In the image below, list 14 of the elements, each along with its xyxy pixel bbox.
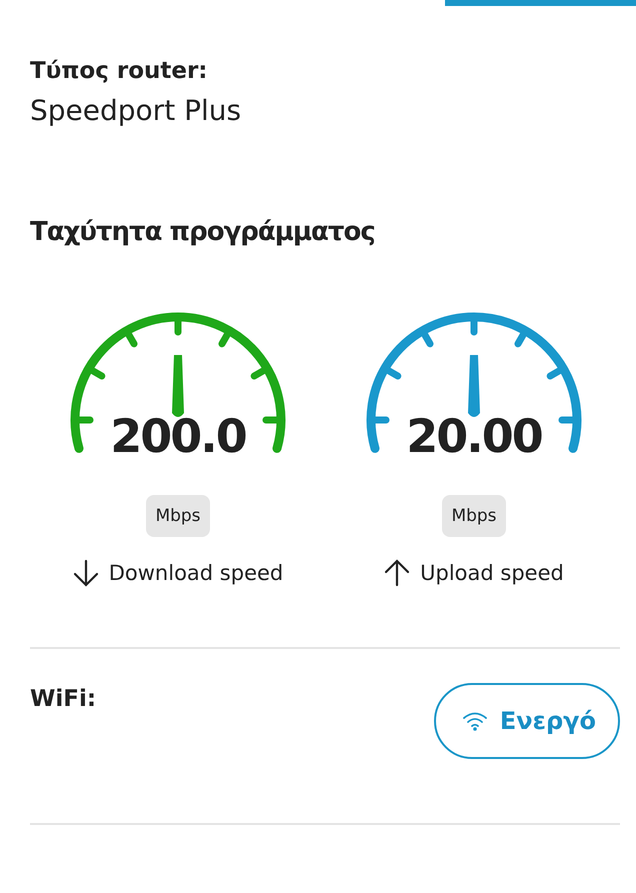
router-type-label: Τύπος router: — [30, 58, 209, 84]
wifi-label: WiFi: — [30, 686, 96, 712]
speed-value: 20.00 — [405, 413, 543, 459]
arrow-down-icon — [72, 559, 99, 587]
speed-label: Download speed — [108, 561, 284, 585]
router-type-value: Speedport Plus — [30, 94, 242, 127]
speed-value: 200.0 — [109, 413, 247, 459]
speed-label: Upload speed — [420, 561, 564, 585]
section-title: Ταχύτητα προγράμματος — [30, 217, 376, 247]
unit-label: Mbps — [442, 495, 506, 537]
wifi-status-button[interactable]: Ενεργό — [434, 683, 620, 759]
arrow-up-icon — [384, 559, 410, 587]
wifi-icon — [462, 711, 488, 731]
unit-label: Mbps — [146, 495, 210, 537]
